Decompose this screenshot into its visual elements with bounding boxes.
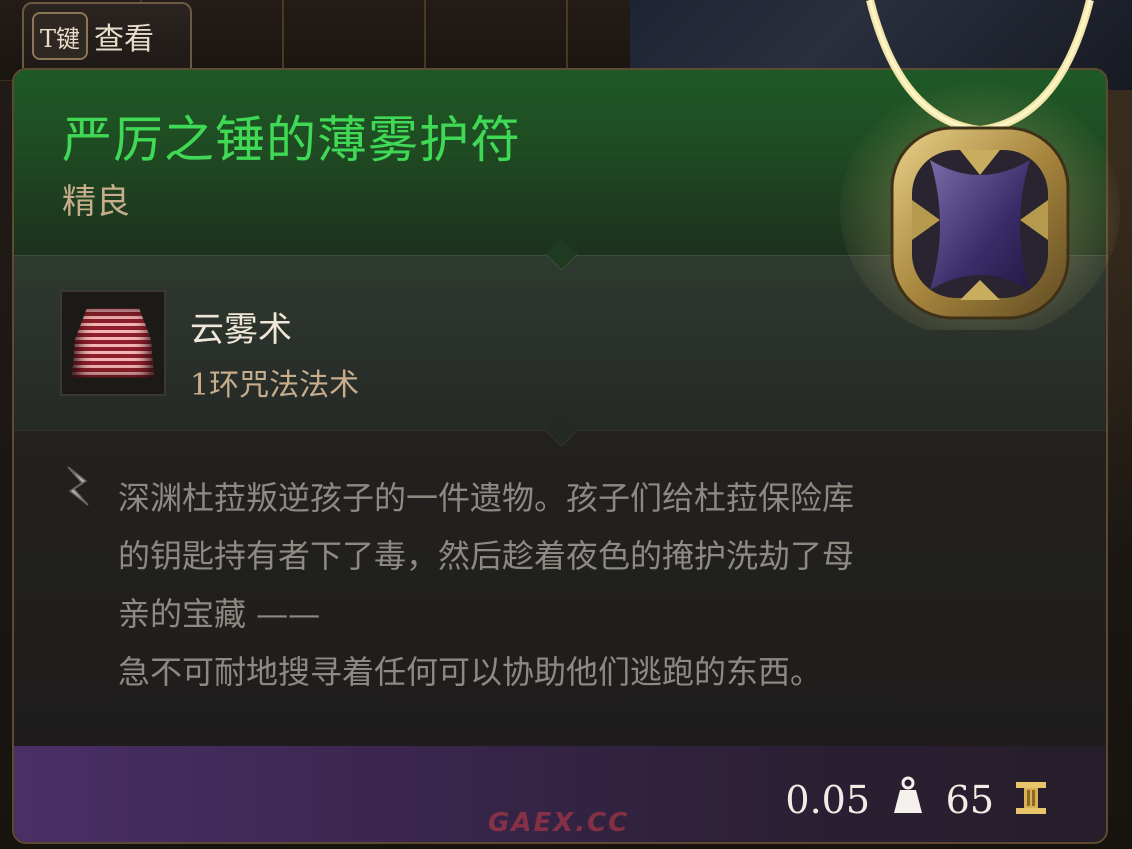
game-scene: T键 查看 严厉之锤的薄雾护符 精良 云雾术 1环咒法法术 深渊杜菈叛逆孩子的一… [0,0,1132,849]
inspect-hint[interactable]: T键 查看 [22,2,192,68]
fog-cloud-spell-icon [72,308,154,378]
item-price: 65 [945,778,994,822]
spell-icon-frame[interactable] [60,290,166,396]
inspect-label: 查看 [94,22,155,57]
spell-name: 云雾术 [190,310,292,350]
keycap-t: T键 [32,12,89,60]
lore-section: 深渊杜菈叛逆孩子的一件遗物。孩子们给杜菈保险库 的钥匙持有者下了毒，然后趁着夜色… [14,430,1106,747]
watermark: GAEX.CC [488,808,630,838]
item-title: 严厉之锤的薄雾护符 [62,111,521,169]
gold-icon [1016,782,1046,814]
amulet-icon [840,0,1120,330]
item-weight: 0.05 [785,778,870,822]
lore-scroll-icon [67,466,89,506]
weight-icon [894,776,922,813]
spell-level: 1环咒法法术 [190,368,360,403]
item-rarity: 精良 [62,182,130,222]
lore-text: 深渊杜菈叛逆孩子的一件遗物。孩子们给杜菈保险库 的钥匙持有者下了毒，然后趁着夜色… [118,479,855,691]
